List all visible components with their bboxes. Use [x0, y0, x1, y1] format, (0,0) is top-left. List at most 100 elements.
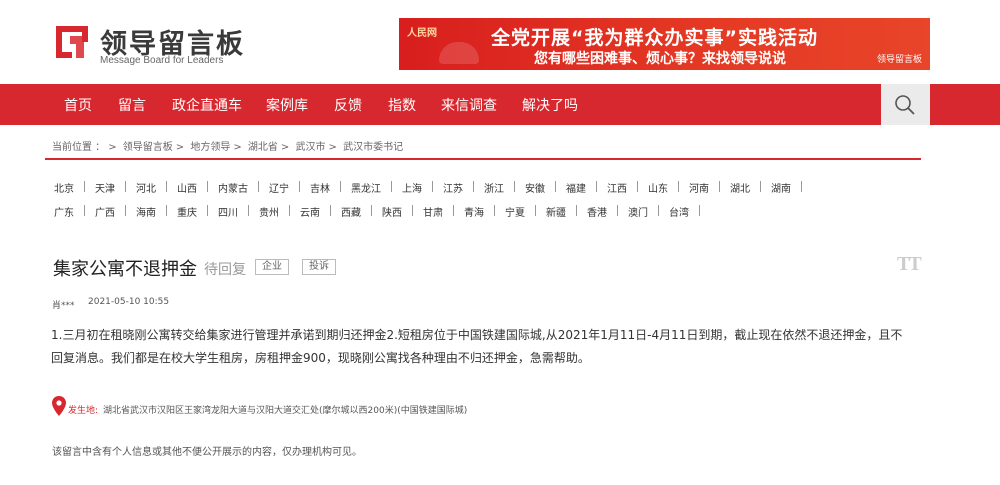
region-link[interactable]: 西藏 — [341, 204, 361, 219]
location-pin-icon — [52, 396, 66, 416]
region-link[interactable]: 山西 — [177, 180, 197, 195]
region-separator — [719, 181, 720, 192]
region-link[interactable]: 辽宁 — [269, 180, 289, 195]
region-link[interactable]: 内蒙古 — [218, 180, 248, 195]
region-link[interactable]: 河南 — [689, 180, 709, 195]
nav-home[interactable]: 首页 — [64, 95, 92, 115]
region-separator — [473, 181, 474, 192]
location-text: 湖北省武汉市汉阳区王家湾龙阳大道与汉阳大道交汇处(摩尔城以西200米)(中国铁建… — [103, 406, 468, 416]
post-body: 1.三月初在租晓刚公寓转交给集家进行管理并承诺到期归还押金2.短租房位于中国铁建… — [51, 328, 903, 365]
region-link[interactable]: 香港 — [587, 204, 607, 219]
nav-cases[interactable]: 案例库 — [266, 95, 308, 115]
region-link[interactable]: 湖北 — [730, 180, 750, 195]
region-separator — [330, 205, 331, 216]
region-link[interactable]: 贵州 — [259, 204, 279, 219]
region-link[interactable]: 广西 — [95, 204, 115, 219]
region-link[interactable]: 浙江 — [484, 180, 504, 195]
region-separator — [514, 181, 515, 192]
region-separator — [432, 181, 433, 192]
logo-subtitle: Message Board for Leaders — [100, 55, 224, 66]
region-link[interactable]: 安徽 — [525, 180, 545, 195]
breadcrumb-item[interactable]: 湖北省 — [248, 142, 278, 153]
breadcrumb: 当前位置 ： > 领导留言板 > 地方领导 > 湖北省 > 武汉市 > 武汉市委书记 — [52, 138, 406, 153]
region-link[interactable]: 北京 — [54, 180, 74, 195]
region-separator — [494, 205, 495, 216]
banner-brand: 人民网 — [407, 28, 437, 39]
region-separator — [84, 205, 85, 216]
region-link[interactable]: 吉林 — [310, 180, 330, 195]
region-separator — [391, 181, 392, 192]
banner-headline: 全党开展“我为群众办实事”实践活动 — [491, 27, 818, 49]
region-separator — [207, 205, 208, 216]
region-link[interactable]: 海南 — [136, 204, 156, 219]
region-link[interactable]: 四川 — [218, 204, 238, 219]
breadcrumb-item[interactable]: 地方领导 — [190, 142, 230, 153]
nav-index[interactable]: 指数 — [388, 95, 416, 115]
breadcrumb-prefix: 当前位置 ： — [52, 142, 106, 153]
region-separator — [125, 181, 126, 192]
section-divider — [45, 158, 921, 160]
search-icon — [895, 95, 915, 115]
logo-mark-icon — [56, 26, 88, 58]
region-separator — [801, 181, 802, 192]
region-separator — [412, 205, 413, 216]
main-nav: 首页 留言 政企直通车 案例库 反馈 指数 来信调查 解决了吗 — [0, 84, 1000, 125]
region-separator — [207, 181, 208, 192]
privacy-note: 该留言中含有个人信息或其他不便公开展示的内容，仅办理机构可见。 — [52, 447, 362, 458]
nav-messages[interactable]: 留言 — [118, 95, 146, 115]
breadcrumb-separator: > — [175, 142, 185, 153]
search-button[interactable] — [881, 84, 930, 125]
region-link[interactable]: 天津 — [95, 180, 115, 195]
region-link[interactable]: 上海 — [402, 180, 422, 195]
region-separator — [289, 205, 290, 216]
region-link[interactable]: 山东 — [648, 180, 668, 195]
region-link[interactable]: 江苏 — [443, 180, 463, 195]
nav-enterprise[interactable]: 政企直通车 — [172, 95, 242, 115]
region-separator — [617, 205, 618, 216]
region-link[interactable]: 台湾 — [669, 204, 689, 219]
type-tag: 企业 — [255, 259, 289, 275]
region-link[interactable]: 陕西 — [382, 204, 402, 219]
region-link[interactable]: 重庆 — [177, 204, 197, 219]
banner-decoration — [439, 42, 479, 64]
region-link[interactable]: 江西 — [607, 180, 627, 195]
region-separator — [535, 205, 536, 216]
nav-survey[interactable]: 来信调查 — [441, 95, 497, 115]
region-link[interactable]: 福建 — [566, 180, 586, 195]
region-separator — [84, 181, 85, 192]
region-link[interactable]: 宁夏 — [505, 204, 525, 219]
breadcrumb-separator: > — [233, 142, 242, 153]
post-author: 肖*** — [52, 301, 75, 311]
region-link[interactable]: 甘肃 — [423, 204, 443, 219]
nav-resolved[interactable]: 解决了吗 — [522, 95, 578, 115]
region-separator — [678, 181, 679, 192]
breadcrumb-item[interactable]: 领导留言板 — [123, 142, 173, 153]
region-link[interactable]: 云南 — [300, 204, 320, 219]
region-separator — [248, 205, 249, 216]
region-link[interactable]: 湖南 — [771, 180, 791, 195]
region-link[interactable]: 青海 — [464, 204, 484, 219]
post-title: 集家公寓不退押金 — [53, 259, 197, 280]
region-link[interactable]: 黑龙江 — [351, 180, 381, 195]
region-separator — [299, 181, 300, 192]
font-size-toggle[interactable]: TT — [897, 253, 922, 276]
site-logo[interactable]: 领导留言板 Message Board for Leaders — [52, 22, 243, 66]
region-separator — [166, 181, 167, 192]
site-header: 领导留言板 Message Board for Leaders 人民网 全党开展… — [0, 0, 1000, 84]
region-link[interactable]: 新疆 — [546, 204, 566, 219]
region-separator — [125, 205, 126, 216]
region-separator — [555, 181, 556, 192]
complain-button[interactable]: 投诉 — [302, 259, 336, 275]
campaign-banner[interactable]: 人民网 全党开展“我为群众办实事”实践活动 您有哪些困难事、烦心事？来找领导说说… — [399, 18, 930, 70]
region-link[interactable]: 河北 — [136, 180, 156, 195]
breadcrumb-item[interactable]: 武汉市 — [296, 142, 326, 153]
region-separator — [258, 181, 259, 192]
region-link[interactable]: 广东 — [54, 204, 74, 219]
region-separator — [637, 181, 638, 192]
banner-subline: 您有哪些困难事、烦心事？来找领导说说 — [534, 51, 786, 67]
region-separator — [699, 205, 700, 216]
nav-feedback[interactable]: 反馈 — [334, 95, 362, 115]
region-link[interactable]: 澳门 — [628, 204, 648, 219]
breadcrumb-separator: > — [108, 142, 117, 153]
breadcrumb-item[interactable]: 武汉市委书记 — [343, 142, 403, 153]
